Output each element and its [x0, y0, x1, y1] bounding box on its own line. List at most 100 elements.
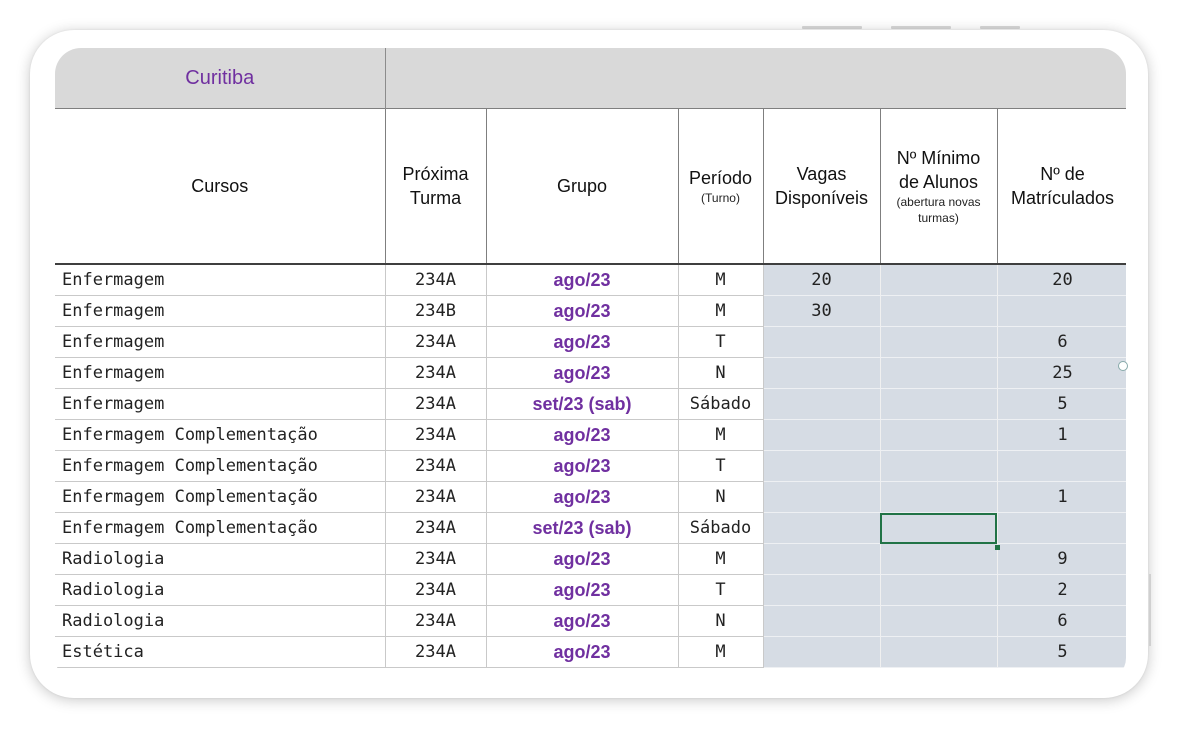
cell-grupo[interactable]: ago/23 — [486, 264, 679, 296]
cell-matriculados[interactable] — [997, 450, 1126, 482]
cell-periodo[interactable]: M — [678, 636, 764, 668]
cell-turma[interactable]: 234A — [384, 605, 487, 637]
city-cell[interactable]: Curitiba — [55, 48, 386, 109]
cell-matriculados[interactable]: 5 — [997, 636, 1126, 668]
cell-turma[interactable]: 234A — [384, 264, 487, 296]
cell-turma[interactable]: 234B — [384, 295, 487, 327]
cell-curso[interactable]: Radiologia — [55, 543, 386, 575]
cell-grupo[interactable]: ago/23 — [486, 574, 679, 606]
cell-minimo[interactable] — [880, 481, 998, 513]
table-row[interactable]: Radiologia 234A ago/23 N 6 — [55, 605, 1126, 637]
header-periodo[interactable]: Período (Turno) — [678, 108, 764, 265]
cell-periodo[interactable]: T — [678, 574, 764, 606]
cell-curso[interactable]: Enfermagem — [55, 357, 386, 389]
cell-matriculados[interactable]: 25 — [997, 357, 1126, 389]
cell-minimo[interactable] — [880, 264, 998, 296]
header-grupo[interactable]: Grupo — [486, 108, 679, 265]
cell-turma[interactable]: 234A — [384, 636, 487, 668]
cell-curso[interactable]: Enfermagem Complementação — [55, 419, 386, 451]
cell-turma[interactable]: 234A — [384, 543, 487, 575]
cell-grupo[interactable]: set/23 (sab) — [486, 388, 679, 420]
cell-minimo[interactable] — [880, 357, 998, 389]
cell-vagas[interactable] — [763, 543, 881, 575]
table-row[interactable]: Radiologia 234A ago/23 M 9 — [55, 543, 1126, 575]
cell-vagas[interactable] — [763, 605, 881, 637]
cell-grupo[interactable]: ago/23 — [486, 295, 679, 327]
cell-curso[interactable]: Radiologia — [55, 605, 386, 637]
cell-matriculados[interactable]: 9 — [997, 543, 1126, 575]
cell-turma[interactable]: 234A — [384, 326, 487, 358]
cell-minimo[interactable] — [880, 574, 998, 606]
table-row[interactable]: Radiologia 234A ago/23 T 2 — [55, 574, 1126, 606]
cell-grupo[interactable]: ago/23 — [486, 326, 679, 358]
cell-matriculados[interactable] — [997, 295, 1126, 327]
cell-vagas[interactable] — [763, 326, 881, 358]
cell-vagas[interactable]: 30 — [763, 295, 881, 327]
cell-curso[interactable]: Enfermagem Complementação — [55, 512, 386, 544]
cell-vagas[interactable] — [763, 450, 881, 482]
cell-curso[interactable]: Estética — [55, 636, 386, 668]
cell-turma[interactable]: 234A — [384, 357, 487, 389]
selection-fill-handle[interactable] — [995, 545, 1000, 550]
cell-periodo[interactable]: M — [678, 264, 764, 296]
cell-vagas[interactable] — [763, 357, 881, 389]
header-vagas[interactable]: Vagas Disponíveis — [763, 108, 881, 265]
cell-periodo[interactable]: N — [678, 357, 764, 389]
table-row[interactable]: Enfermagem Complementação 234A ago/23 N 1 — [55, 481, 1126, 513]
cell-grupo[interactable]: ago/23 — [486, 481, 679, 513]
cell-vagas[interactable] — [763, 481, 881, 513]
cell-matriculados[interactable]: 20 — [997, 264, 1126, 296]
table-row[interactable]: Enfermagem 234B ago/23 M 30 — [55, 295, 1126, 327]
cell-grupo[interactable]: ago/23 — [486, 419, 679, 451]
cell-turma[interactable]: 234A — [384, 512, 487, 544]
cell-curso[interactable]: Enfermagem — [55, 295, 386, 327]
cell-minimo[interactable] — [880, 326, 998, 358]
table-row[interactable]: Estética 234A ago/23 M 5 — [55, 636, 1126, 668]
cell-periodo[interactable]: N — [678, 481, 764, 513]
cell-periodo[interactable]: M — [678, 419, 764, 451]
header-minimo[interactable]: Nº Mínimo de Alunos (abertura novas turm… — [880, 108, 998, 265]
cell-vagas[interactable] — [763, 388, 881, 420]
cell-curso[interactable]: Enfermagem — [55, 326, 386, 358]
cell-vagas[interactable] — [763, 512, 881, 544]
cell-periodo[interactable]: N — [678, 605, 764, 637]
table-row[interactable]: Enfermagem 234A ago/23 T 6 — [55, 326, 1126, 358]
city-row-blank[interactable] — [385, 48, 1126, 109]
cell-grupo[interactable]: ago/23 — [486, 636, 679, 668]
cell-curso[interactable]: Enfermagem — [55, 388, 386, 420]
cell-minimo[interactable] — [880, 295, 998, 327]
cell-matriculados[interactable]: 6 — [997, 326, 1126, 358]
table-row[interactable]: Enfermagem 234A set/23 (sab) Sábado 5 — [55, 388, 1126, 420]
cell-vagas[interactable] — [763, 419, 881, 451]
cell-periodo[interactable]: Sábado — [678, 388, 764, 420]
cell-periodo[interactable]: Sábado — [678, 512, 764, 544]
cell-minimo[interactable] — [880, 419, 998, 451]
cell-grupo[interactable]: ago/23 — [486, 357, 679, 389]
table-row[interactable]: Enfermagem Complementação 234A ago/23 M 1 — [55, 419, 1126, 451]
cell-turma[interactable]: 234A — [384, 388, 487, 420]
cell-minimo[interactable] — [880, 450, 998, 482]
header-matriculados[interactable]: Nº de Matrículados — [997, 108, 1126, 265]
table-row[interactable]: Enfermagem Complementação 234A ago/23 T — [55, 450, 1126, 482]
table-row[interactable]: Enfermagem Complementação 234A set/23 (sab… — [55, 512, 1126, 544]
cell-matriculados[interactable]: 1 — [997, 419, 1126, 451]
cell-matriculados[interactable]: 2 — [997, 574, 1126, 606]
table-row[interactable]: Enfermagem 234A ago/23 N 25 — [55, 357, 1126, 389]
table-row[interactable]: Enfermagem 234A ago/23 M 20 20 — [55, 264, 1126, 296]
cell-minimo[interactable] — [880, 543, 998, 575]
cell-matriculados[interactable]: 6 — [997, 605, 1126, 637]
cell-matriculados[interactable]: 1 — [997, 481, 1126, 513]
cell-turma[interactable]: 234A — [384, 419, 487, 451]
cell-curso[interactable]: Enfermagem — [55, 264, 386, 296]
cell-minimo[interactable] — [880, 605, 998, 637]
cell-periodo[interactable]: M — [678, 543, 764, 575]
cell-periodo[interactable]: T — [678, 326, 764, 358]
cell-curso[interactable]: Enfermagem Complementação — [55, 481, 386, 513]
resize-handle-icon[interactable] — [1118, 361, 1128, 371]
header-proxima-turma[interactable]: Próxima Turma — [385, 108, 487, 265]
header-cursos[interactable]: Cursos — [55, 108, 386, 265]
cell-minimo[interactable] — [880, 388, 998, 420]
cell-curso[interactable]: Radiologia — [55, 574, 386, 606]
cell-matriculados[interactable] — [997, 512, 1126, 544]
cell-periodo[interactable]: M — [678, 295, 764, 327]
